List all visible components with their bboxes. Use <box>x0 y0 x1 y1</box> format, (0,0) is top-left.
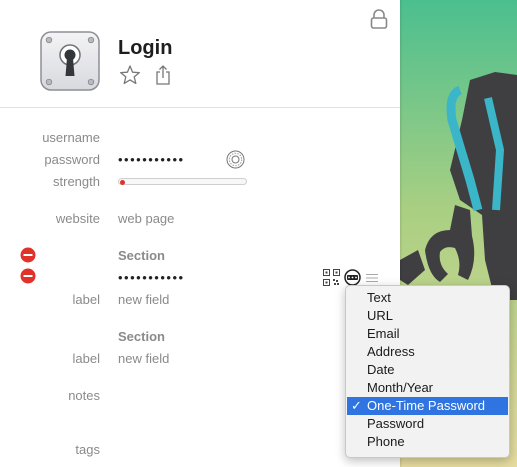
header-divider <box>0 107 400 108</box>
menu-item-email[interactable]: Email <box>347 325 508 343</box>
menu-item-month-year[interactable]: Month/Year <box>347 379 508 397</box>
password-field[interactable]: ••••••••••• <box>118 152 185 167</box>
qr-code-icon[interactable] <box>323 269 340 286</box>
menu-item-date[interactable]: Date <box>347 361 508 379</box>
item-detail-panel: Login username password ••••••••••• stre… <box>0 0 400 467</box>
notes-label: notes <box>68 388 100 403</box>
section-title[interactable]: Section <box>118 248 165 263</box>
share-icon[interactable] <box>153 64 173 86</box>
strength-label: strength <box>53 174 100 189</box>
menu-item-password[interactable]: Password <box>347 415 508 433</box>
checkmark-icon: ✓ <box>351 398 362 413</box>
item-title[interactable]: Login <box>118 37 172 60</box>
menu-item-one-time-password[interactable]: ✓ One-Time Password <box>347 397 508 415</box>
star-icon[interactable] <box>119 64 141 86</box>
section-title[interactable]: Section <box>118 329 165 344</box>
username-label: username <box>42 130 100 145</box>
password-label: password <box>44 152 100 167</box>
website-label: website <box>55 211 100 226</box>
strength-meter <box>118 178 247 185</box>
website-field[interactable]: web page <box>118 211 174 226</box>
menu-item-phone[interactable]: Phone <box>347 433 508 451</box>
menu-item-text[interactable]: Text <box>347 289 508 307</box>
drag-handle-icon[interactable] <box>366 271 378 283</box>
tags-label: tags <box>75 442 100 457</box>
menu-item-address[interactable]: Address <box>347 343 508 361</box>
lock-icon[interactable] <box>368 8 390 30</box>
field-label[interactable]: label <box>0 292 100 307</box>
new-field[interactable]: new field <box>118 292 169 307</box>
keyhole-icon <box>40 31 100 91</box>
otp-field[interactable]: ••••••••••• <box>118 270 185 285</box>
menu-item-url[interactable]: URL <box>347 307 508 325</box>
field-type-menu[interactable]: Text URL Email Address Date Month/Year ✓… <box>345 285 510 458</box>
otp-icon[interactable] <box>344 269 361 286</box>
strength-meter-fill <box>120 180 125 185</box>
delete-section-icon[interactable] <box>20 247 36 263</box>
field-label[interactable]: label <box>0 351 100 366</box>
password-generator-icon[interactable] <box>226 150 245 169</box>
new-field[interactable]: new field <box>118 351 169 366</box>
delete-field-icon[interactable] <box>20 268 36 284</box>
